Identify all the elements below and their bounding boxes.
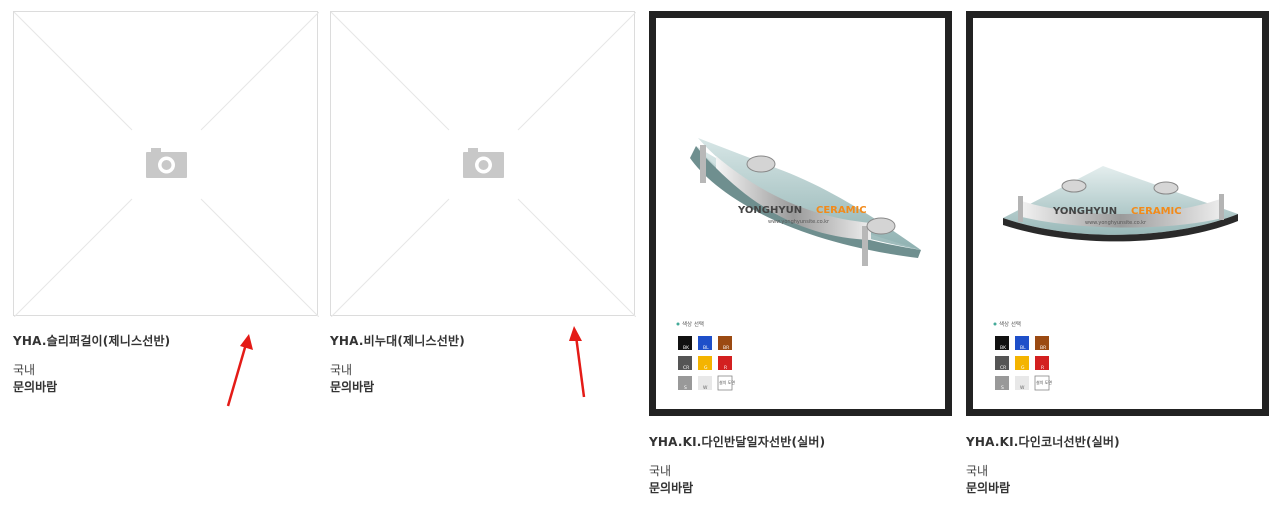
svg-text:BR: BR xyxy=(1040,345,1046,351)
product-name[interactable]: YHA.비누대(제니스선반) xyxy=(330,332,465,349)
product-card-1[interactable]: YHA.슬리퍼걸이(제니스선반) 국내 문의바람 xyxy=(13,11,319,411)
svg-text:W: W xyxy=(1020,385,1025,391)
svg-text:CERAMIC: CERAMIC xyxy=(816,205,867,216)
product-image-placeholder[interactable] xyxy=(330,11,636,317)
annotation-arrow-icon xyxy=(226,334,253,407)
product-origin: 국내 xyxy=(649,464,672,478)
svg-text:BR: BR xyxy=(723,345,729,351)
svg-text:BL: BL xyxy=(1020,345,1026,351)
svg-text:색상 선택: 색상 선택 xyxy=(999,320,1021,328)
svg-text:R: R xyxy=(724,365,727,371)
annotation-arrow-icon xyxy=(569,326,586,398)
svg-text:CERAMIC: CERAMIC xyxy=(1131,206,1182,217)
product-image-placeholder[interactable] xyxy=(13,11,319,317)
svg-text:설치 도면: 설치 도면 xyxy=(1036,379,1052,385)
svg-text:BK: BK xyxy=(1000,345,1007,351)
svg-text:BK: BK xyxy=(683,345,690,351)
svg-text:YONGHYUN: YONGHYUN xyxy=(737,205,802,216)
product-origin: 국내 xyxy=(330,363,353,377)
svg-text:색상 선택: 색상 선택 xyxy=(682,320,704,328)
svg-text:CR: CR xyxy=(1000,365,1006,371)
product-image[interactable]: YONGHYUN CERAMIC www.yonghyunsite.co.kr … xyxy=(649,11,952,416)
svg-text:W: W xyxy=(703,385,708,391)
color-chips: BK BL BR CR G R S W 설치 도면 xyxy=(995,336,1052,391)
svg-text:S: S xyxy=(1001,385,1004,391)
svg-text:R: R xyxy=(1041,365,1044,371)
svg-text:www.yonghyunsite.co.kr: www.yonghyunsite.co.kr xyxy=(1085,220,1147,226)
svg-text:YONGHYUN: YONGHYUN xyxy=(1052,206,1117,217)
color-chips: BK BL BR CR G R S W 설치 도면 xyxy=(678,336,735,391)
product-price: 문의바람 xyxy=(649,481,694,495)
product-card-4[interactable]: YONGHYUN CERAMIC www.yonghyunsite.co.kr … xyxy=(966,11,1269,501)
svg-text:www.yonghyunsite.co.kr: www.yonghyunsite.co.kr xyxy=(768,219,830,225)
product-name[interactable]: YHA.슬리퍼걸이(제니스선반) xyxy=(13,332,170,349)
product-price: 문의바람 xyxy=(13,380,58,394)
camera-icon xyxy=(146,148,187,178)
svg-text:G: G xyxy=(1021,365,1025,371)
svg-text:S: S xyxy=(684,385,687,391)
product-card-3[interactable]: YONGHYUN CERAMIC www.yonghyunsite.co.kr … xyxy=(649,11,952,501)
no-image-icon xyxy=(14,12,319,317)
product-price: 문의바람 xyxy=(330,380,375,394)
svg-text:G: G xyxy=(704,365,708,371)
no-image-icon xyxy=(331,12,636,317)
svg-text:CR: CR xyxy=(683,365,689,371)
corner-shelf-image: YONGHYUN CERAMIC www.yonghyunsite.co.kr … xyxy=(993,166,1238,391)
product-origin: 국내 xyxy=(966,464,989,478)
product-origin: 국내 xyxy=(13,363,36,377)
svg-text:설치 도면: 설치 도면 xyxy=(719,379,735,385)
svg-text:BL: BL xyxy=(703,345,709,351)
camera-icon xyxy=(463,148,504,178)
product-name[interactable]: YHA.KI.다인반달일자선반(실버) xyxy=(649,433,825,450)
product-image[interactable]: YONGHYUN CERAMIC www.yonghyunsite.co.kr … xyxy=(966,11,1269,416)
half-moon-shelf-image: YONGHYUN CERAMIC www.yonghyunsite.co.kr … xyxy=(676,138,921,391)
product-price: 문의바람 xyxy=(966,481,1011,495)
product-name[interactable]: YHA.KI.다인코너선반(실버) xyxy=(966,433,1120,450)
